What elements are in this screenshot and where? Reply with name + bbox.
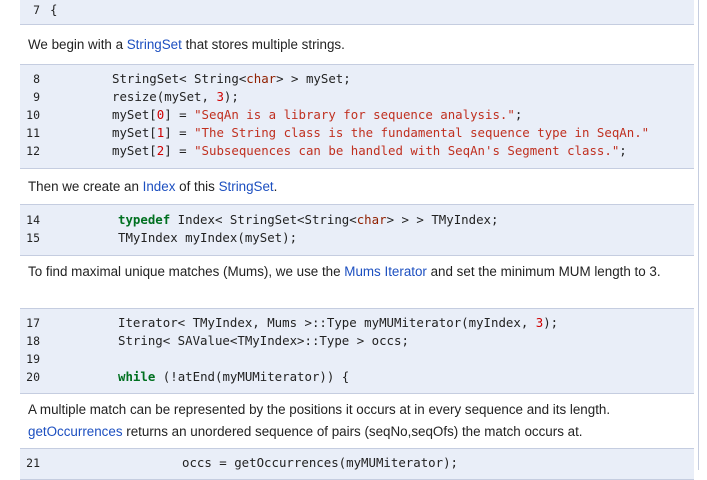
paragraph-text: returns an unordered sequence of pairs (… [122,424,583,439]
paragraph-text: To find maximal unique matches (Mums), w… [28,264,345,279]
code-line: 9 resize(mySet, 3); [20,88,694,106]
code-token: ] = [164,125,195,140]
code-text: { [50,1,57,19]
code-line: 18 String< SAValue<TMyIndex>::Type > occs… [20,332,694,350]
code-text: String< SAValue<TMyIndex>::Type > occs; [118,332,409,350]
paragraph-stringset-intro: We begin with a StringSet that stores mu… [28,34,688,56]
code-line: 21 occs = getOccurrences(myMUMiterator); [20,454,694,472]
paragraph-text: We begin with a [28,37,127,52]
code-token: Index< StringSet<String< [170,212,357,227]
code-line: 19 [20,350,694,368]
paragraph-text: of this [175,179,219,194]
code-block-1: 8 StringSet< String<char> > mySet; 9 resize… [20,64,694,169]
line-number: 20 [26,370,40,384]
line-number: 21 [26,456,40,470]
code-token: StringSet< String< [112,71,247,86]
code-text: occs = getOccurrences(myMUMiterator); [182,454,458,472]
code-line: 17 Iterator< TMyIndex, Mums >::Type myMUM… [20,314,694,332]
code-line: 7{ [20,1,694,19]
code-token: ; [514,107,523,122]
getoccurrences-link[interactable]: getOccurrences [28,424,123,439]
line-number: 8 [33,72,40,86]
line-number: 15 [26,231,40,245]
code-block-2: 14 typedef Index< StringSet<String<char> … [20,204,694,256]
paragraph-text: and set the minimum MUM length to 3. [426,264,661,279]
line-number: 7 [33,3,40,17]
stringset-link[interactable]: StringSet [127,37,182,52]
line-number: 12 [26,144,40,158]
code-token-ty: char [356,212,387,227]
code-line: 11 mySet[1] = "The String class is the fu… [20,124,694,142]
code-text: Iterator< TMyIndex, Mums >::Type myMUMit… [118,314,558,332]
code-token: { [50,2,58,17]
mums-iterator-link[interactable]: Mums Iterator [344,264,427,279]
paragraph-index-intro: Then we create an Index of this StringSe… [28,176,688,198]
content-right-border [698,0,699,470]
code-text: while (!atEnd(myMUMiterator)) { [118,368,349,386]
code-block-3: 17 Iterator< TMyIndex, Mums >::Type myMUM… [20,308,694,394]
code-line: 14 typedef Index< StringSet<String<char> … [20,211,694,229]
code-block-4: 21 occs = getOccurrences(myMUMiterator); [20,448,694,480]
paragraph-text: . [273,179,278,194]
line-number: 14 [26,213,40,227]
line-number: 9 [33,90,40,104]
code-token: ; [619,143,627,158]
code-token: String< SAValue<TMyIndex>::Type > occs; [118,333,409,348]
code-token: TMyIndex myIndex(mySet); [118,230,298,245]
code-text: mySet[2] = "Subsequences can be handled … [112,142,627,160]
code-text: StringSet< String<char> > mySet; [112,70,351,88]
code-token: resize(mySet, [112,89,217,104]
line-number: 11 [26,126,40,140]
paragraph-text: that stores multiple strings. [181,37,345,52]
code-line: 8 StringSet< String<char> > mySet; [20,70,694,88]
code-token-num: 3 [216,89,224,104]
code-token-str: "SeqAn is a library for sequence analysi… [194,107,515,122]
line-number: 19 [26,352,40,366]
code-text: typedef Index< StringSet<String<char> > … [118,211,498,229]
stringset-link[interactable]: StringSet [219,179,274,194]
code-token: mySet[ [112,125,157,140]
code-block-0: 7{ [20,0,694,25]
code-token-kw: while [118,369,156,384]
code-token-kw: typedef [118,212,171,227]
code-token: mySet[ [112,143,157,158]
code-token: Iterator< TMyIndex, Mums >::Type myMUMit… [118,315,536,330]
code-token: ] = [164,107,195,122]
paragraph-occurrences-intro: A multiple match can be represented by t… [28,399,688,443]
code-text: TMyIndex myIndex(mySet); [118,229,297,247]
code-token-ty: char [246,71,277,86]
code-token: occs = getOccurrences(myMUMiterator); [182,455,459,470]
line-number: 10 [26,108,40,122]
code-token: (!atEnd(myMUMiterator)) { [155,369,350,384]
code-line: 10 mySet[0] = "SeqAn is a library for seq… [20,106,694,124]
paragraph-text: A multiple match can be represented by t… [28,402,611,417]
line-number: 17 [26,316,40,330]
code-line: 12 mySet[2] = "Subsequences can be handle… [20,142,694,160]
code-token: mySet[ [112,107,157,122]
code-token-str: "The String class is the fundamental seq… [194,125,650,140]
code-text: resize(mySet, 3); [112,88,239,106]
code-token: > > mySet; [276,71,351,86]
code-token-str: "Subsequences can be handled with SeqAn'… [194,143,620,158]
code-token: ); [223,89,239,104]
code-text: mySet[0] = "SeqAn is a library for seque… [112,106,522,124]
index-link[interactable]: Index [143,179,176,194]
line-number: 18 [26,334,40,348]
code-line: 15 TMyIndex myIndex(mySet); [20,229,694,247]
code-token: > > > TMyIndex; [386,212,499,227]
code-line: 20 while (!atEnd(myMUMiterator)) { [20,368,694,386]
code-token: ); [543,315,559,330]
code-token: ] = [164,143,195,158]
paragraph-mums-intro: To find maximal unique matches (Mums), w… [28,261,688,283]
code-text: mySet[1] = "The String class is the fund… [112,124,649,142]
paragraph-text: Then we create an [28,179,143,194]
